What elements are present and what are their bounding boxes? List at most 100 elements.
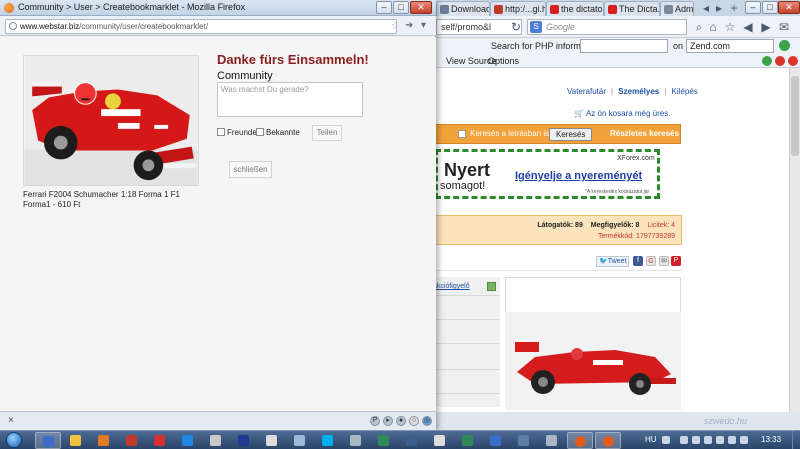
tray-icon[interactable] xyxy=(716,436,724,444)
taskbar-item[interactable] xyxy=(203,432,229,449)
star-icon[interactable]: ☆ xyxy=(391,21,396,33)
clock[interactable]: 13:33 xyxy=(761,435,781,444)
start-button[interactable] xyxy=(3,431,25,449)
share-button[interactable]: Teilen xyxy=(312,125,342,141)
ad-banner[interactable]: Nyert somagot! XForex.com Igényelje a ny… xyxy=(435,149,660,199)
detailed-search-link[interactable]: Részletes keresés xyxy=(610,129,679,138)
taskbar-item[interactable] xyxy=(427,432,453,449)
taskbar-item[interactable] xyxy=(539,432,565,449)
pinterest-icon[interactable]: P xyxy=(671,256,681,266)
volume-icon[interactable] xyxy=(740,436,748,444)
taskbar-item[interactable] xyxy=(483,432,509,449)
bg-tab-admin[interactable]: Admi xyxy=(660,1,694,16)
bg-tab-download[interactable]: Download ... xyxy=(436,1,490,16)
back-icon[interactable]: ◀ xyxy=(741,20,755,34)
popup-close-button[interactable]: ✕ xyxy=(410,1,432,14)
akcio-link[interactable]: akciófigyelő xyxy=(433,283,470,290)
status-addon-icon[interactable]: ● xyxy=(396,416,406,426)
popup-url-field[interactable]: www.webstar.biz/community/user/createboo… xyxy=(5,19,397,34)
taskbar-item[interactable] xyxy=(287,432,313,449)
taskbar-item[interactable] xyxy=(511,432,537,449)
google-plus-icon[interactable]: G xyxy=(646,256,656,266)
scrollbar-thumb[interactable] xyxy=(791,76,799,156)
bookmark-icon[interactable]: ☆ xyxy=(723,20,737,34)
search-placeholder: Google xyxy=(546,22,576,32)
network-icon[interactable] xyxy=(728,436,736,444)
popup-maximize-button[interactable]: □ xyxy=(393,1,409,14)
new-tab-icon[interactable]: + xyxy=(727,1,741,15)
taskbar-item[interactable] xyxy=(371,432,397,449)
taskbar-item[interactable] xyxy=(119,432,145,449)
product-photo-bg[interactable] xyxy=(505,312,681,410)
status-addon-icon[interactable]: ◎ xyxy=(422,416,432,426)
taskbar-item[interactable] xyxy=(147,432,173,449)
addon-icon[interactable]: ✉ xyxy=(777,20,791,34)
tab-label: Admi xyxy=(675,4,694,14)
taskbar-item[interactable] xyxy=(315,432,341,449)
taskbar-item[interactable] xyxy=(63,432,89,449)
forward-icon[interactable]: ▶ xyxy=(759,20,773,34)
taskbar-item[interactable] xyxy=(35,432,61,449)
status-input[interactable] xyxy=(217,82,363,117)
email-icon[interactable]: ✉ xyxy=(659,256,669,266)
taskbar-item[interactable] xyxy=(343,432,369,449)
bg-tab-dictator[interactable]: the dictator ... xyxy=(546,1,604,16)
taskbar-item[interactable] xyxy=(91,432,117,449)
zend-site-select[interactable]: Zend.com xyxy=(686,39,774,53)
taskbar-item[interactable] xyxy=(175,432,201,449)
search-description-checkbox[interactable] xyxy=(458,130,466,138)
close-button[interactable]: schließen xyxy=(229,161,272,178)
taskbar-item[interactable] xyxy=(455,432,481,449)
close-icon[interactable]: × xyxy=(8,415,14,426)
tweet-button[interactable]: 🐦Tweet xyxy=(596,256,629,267)
status-addon-icon[interactable]: ▸ xyxy=(383,416,393,426)
bg-tab-gi[interactable]: http:/...gi.hu/ xyxy=(490,1,546,16)
window-titlebar[interactable]: Community > User > Createbookmarklet - M… xyxy=(0,0,436,16)
minimize-button[interactable]: – xyxy=(745,1,761,14)
app-icon xyxy=(546,435,557,446)
tab-scroll-left-icon[interactable]: ◂ xyxy=(699,1,713,15)
ad-cta-link[interactable]: Igényelje a nyereményét xyxy=(515,170,642,182)
tray-icon[interactable] xyxy=(692,436,700,444)
stop-status-icon xyxy=(788,56,798,66)
addon-arrow-icon[interactable]: ➜ xyxy=(405,20,413,32)
bg-tab-dicta[interactable]: The Dicta... xyxy=(604,1,660,16)
acquaintances-checkbox[interactable] xyxy=(256,128,264,136)
friends-checkbox[interactable] xyxy=(217,128,225,136)
taskbar-item[interactable] xyxy=(231,432,257,449)
tray-icon[interactable] xyxy=(704,436,712,444)
close-window-button[interactable]: ✕ xyxy=(778,1,800,14)
chevron-down-icon[interactable]: ▾ xyxy=(421,20,426,32)
zend-go-icon[interactable] xyxy=(779,40,790,51)
zend-search-input[interactable] xyxy=(580,39,668,53)
add-watch-icon[interactable] xyxy=(487,282,496,291)
tab-scroll-right-icon[interactable]: ▸ xyxy=(712,1,726,15)
taskbar-item-firefox[interactable] xyxy=(595,432,621,449)
status-addon-icon[interactable]: ○ xyxy=(409,416,419,426)
show-desktop-button[interactable] xyxy=(792,431,800,449)
taskbar-item[interactable] xyxy=(259,432,285,449)
status-addon-icon[interactable]: P xyxy=(370,416,380,426)
product-code: Termékkód: 1797739289 xyxy=(597,233,675,240)
bg-scrollbar[interactable] xyxy=(789,68,800,412)
link-vaterafutar[interactable]: Vaterafutár xyxy=(567,87,606,96)
facebook-icon[interactable]: f xyxy=(633,256,643,266)
language-indicator[interactable]: HU xyxy=(645,435,657,444)
tray-arrow-icon[interactable] xyxy=(662,436,670,444)
taskbar-item[interactable] xyxy=(399,432,425,449)
link-szemelyes[interactable]: Személyes xyxy=(618,87,659,96)
home-icon[interactable]: ⌂ xyxy=(706,20,720,34)
maximize-button[interactable]: □ xyxy=(762,1,778,14)
popup-minimize-button[interactable]: – xyxy=(376,1,392,14)
search-go-icon[interactable]: ⌕ xyxy=(692,20,706,34)
search-button[interactable]: Keresés xyxy=(549,128,593,141)
tray-icon[interactable] xyxy=(680,436,688,444)
cart-status[interactable]: 🛒 Az ön kosara még üres. xyxy=(574,109,670,118)
firefox-icon xyxy=(575,436,586,447)
options-button[interactable]: Options xyxy=(488,54,519,68)
taskbar-item-firefox[interactable] xyxy=(567,432,593,449)
photoshop-icon xyxy=(238,435,249,446)
bg-search-field[interactable]: S Google xyxy=(527,19,687,35)
link-kilepes[interactable]: Kilépés xyxy=(672,87,698,96)
bg-reload-icon[interactable]: ↻ xyxy=(509,20,523,34)
